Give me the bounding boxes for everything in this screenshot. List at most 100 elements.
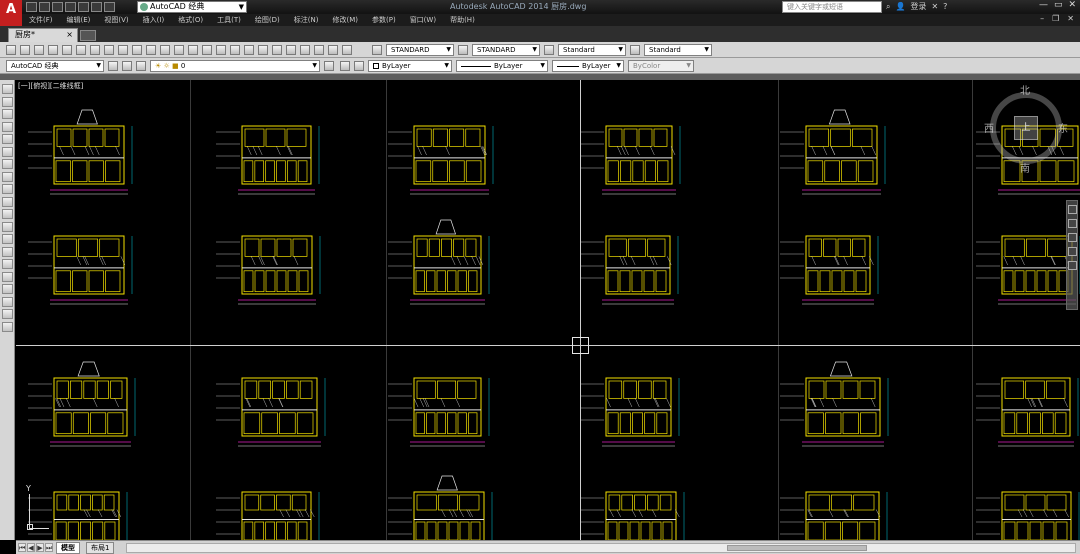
menu-item-7[interactable]: 标注(N) bbox=[287, 14, 326, 26]
text-style-icon[interactable] bbox=[372, 45, 382, 55]
pan-icon[interactable] bbox=[202, 45, 212, 55]
dim-style-icon[interactable] bbox=[458, 45, 468, 55]
tool-palettes-icon[interactable] bbox=[286, 45, 296, 55]
menu-item-10[interactable]: 窗口(W) bbox=[403, 14, 443, 26]
menu-minimize-icon[interactable]: – bbox=[1040, 14, 1044, 23]
lineweight-select[interactable]: ByLayer ▼ bbox=[552, 60, 624, 72]
binoculars-icon[interactable]: ⌕ bbox=[886, 2, 890, 12]
design-center-icon[interactable] bbox=[272, 45, 282, 55]
undo-icon[interactable] bbox=[174, 45, 184, 55]
rectangle-icon[interactable] bbox=[2, 134, 13, 144]
undo-icon[interactable] bbox=[91, 2, 102, 12]
layer-select[interactable]: ☀ ☼ ■ 0 ▼ bbox=[150, 60, 320, 72]
copy-icon[interactable] bbox=[118, 45, 128, 55]
next-layout-icon[interactable]: ▶ bbox=[36, 543, 44, 552]
make-block-icon[interactable] bbox=[2, 234, 13, 244]
save-as-icon[interactable] bbox=[65, 2, 76, 12]
text-style-select[interactable]: STANDARD ▼ bbox=[386, 44, 454, 56]
menu-item-9[interactable]: 参数(P) bbox=[365, 14, 403, 26]
menu-item-1[interactable]: 编辑(E) bbox=[60, 14, 98, 26]
cut-icon[interactable] bbox=[104, 45, 114, 55]
plot-icon[interactable] bbox=[48, 45, 58, 55]
compass-south-label[interactable]: 南 bbox=[1020, 160, 1030, 175]
compass-west-label[interactable]: 西 bbox=[984, 120, 994, 135]
application-menu-button[interactable]: A bbox=[0, 0, 22, 26]
polygon-icon[interactable] bbox=[2, 121, 13, 132]
add-selected-icon[interactable] bbox=[2, 321, 13, 332]
menu-item-2[interactable]: 视图(V) bbox=[97, 14, 135, 26]
showmotion-icon[interactable] bbox=[1068, 261, 1077, 270]
paste-icon[interactable] bbox=[132, 45, 142, 55]
workspace-switcher[interactable]: AutoCAD 经典 ▼ bbox=[137, 1, 247, 13]
login-link[interactable]: 登录 bbox=[910, 1, 926, 12]
open-file-icon[interactable] bbox=[39, 2, 50, 12]
help-icon[interactable] bbox=[342, 45, 352, 55]
workspace-select[interactable]: AutoCAD 经典 ▼ bbox=[6, 60, 104, 72]
viewcube-face-top[interactable]: 上 bbox=[1014, 116, 1038, 140]
construction-line-icon[interactable] bbox=[2, 96, 13, 107]
maximize-icon[interactable]: ▭ bbox=[1054, 0, 1063, 10]
horizontal-scrollbar[interactable] bbox=[126, 543, 1076, 553]
tab-layout1[interactable]: 布局1 bbox=[86, 542, 115, 554]
table-style-icon[interactable] bbox=[544, 45, 554, 55]
open-file-icon[interactable] bbox=[20, 45, 30, 55]
menu-item-3[interactable]: 插入(I) bbox=[136, 14, 172, 26]
menu-item-11[interactable]: 帮助(H) bbox=[443, 14, 482, 26]
save-icon[interactable] bbox=[34, 45, 44, 55]
menu-restore-icon[interactable]: ❐ bbox=[1052, 14, 1059, 23]
plot-icon[interactable] bbox=[78, 2, 89, 12]
help-icon[interactable]: ? bbox=[943, 2, 947, 11]
markup-icon[interactable] bbox=[314, 45, 324, 55]
quickcalc-icon[interactable] bbox=[328, 45, 338, 55]
scrollbar-thumb[interactable] bbox=[727, 545, 867, 551]
layer-previous-icon[interactable] bbox=[340, 61, 350, 71]
region-icon[interactable] bbox=[2, 284, 13, 294]
search-input[interactable]: 键入关键字或短语 bbox=[782, 1, 882, 13]
redo-icon[interactable] bbox=[188, 45, 198, 55]
minimize-icon[interactable]: — bbox=[1039, 0, 1048, 10]
multileader-style-select[interactable]: Standard ▼ bbox=[644, 44, 712, 56]
menu-item-6[interactable]: 绘图(D) bbox=[248, 14, 287, 26]
mleader-style-icon[interactable] bbox=[630, 45, 640, 55]
close-tab-icon[interactable]: × bbox=[66, 29, 73, 41]
new-file-icon[interactable] bbox=[6, 45, 16, 55]
first-layout-icon[interactable]: ⏮ bbox=[18, 543, 26, 552]
insert-block-icon[interactable] bbox=[2, 221, 13, 232]
close-icon[interactable]: ✕ bbox=[1068, 0, 1076, 10]
table-icon[interactable] bbox=[2, 296, 13, 307]
layer-match-icon[interactable] bbox=[354, 61, 364, 71]
make-current-icon[interactable] bbox=[324, 61, 334, 71]
spline-icon[interactable] bbox=[2, 184, 13, 194]
polyline-icon[interactable] bbox=[2, 109, 13, 119]
point-icon[interactable] bbox=[2, 246, 13, 257]
circle-icon[interactable] bbox=[2, 159, 13, 169]
full-navigation-wheel-icon[interactable] bbox=[1068, 205, 1077, 214]
redo-icon[interactable] bbox=[104, 2, 115, 12]
line-icon[interactable] bbox=[2, 84, 13, 94]
layer-state-icon[interactable] bbox=[136, 61, 146, 71]
zoom-previous-icon[interactable] bbox=[244, 45, 254, 55]
compass-north-label[interactable]: 北 bbox=[1020, 82, 1030, 97]
match-properties-icon[interactable] bbox=[146, 45, 156, 55]
3d-print-icon[interactable] bbox=[90, 45, 100, 55]
zoom-icon[interactable] bbox=[1068, 233, 1077, 242]
last-layout-icon[interactable]: ⏭ bbox=[45, 543, 53, 552]
dimension-style-select[interactable]: STANDARD ▼ bbox=[472, 44, 540, 56]
ellipse-arc-icon[interactable] bbox=[2, 209, 13, 219]
arc-icon[interactable] bbox=[2, 146, 13, 157]
linetype-select[interactable]: ByLayer ▼ bbox=[456, 60, 548, 72]
drawing-canvas[interactable]: [一][俯视][二维线框] 北 西 东 南 上 Y bbox=[16, 80, 1080, 540]
orbit-icon[interactable] bbox=[1068, 247, 1077, 256]
menu-item-0[interactable]: 文件(F) bbox=[22, 14, 60, 26]
compass-east-label[interactable]: 东 bbox=[1058, 120, 1068, 135]
block-editor-icon[interactable] bbox=[160, 45, 170, 55]
viewcube[interactable]: 北 西 东 南 上 bbox=[984, 82, 1070, 182]
workspace-settings-icon[interactable] bbox=[108, 61, 118, 71]
publish-icon[interactable] bbox=[76, 45, 86, 55]
save-icon[interactable] bbox=[52, 2, 63, 12]
menu-item-8[interactable]: 修改(M) bbox=[325, 14, 365, 26]
hatch-icon[interactable] bbox=[2, 259, 13, 269]
new-file-icon[interactable] bbox=[26, 2, 37, 12]
properties-icon[interactable] bbox=[258, 45, 268, 55]
pan-icon[interactable] bbox=[1068, 219, 1077, 228]
